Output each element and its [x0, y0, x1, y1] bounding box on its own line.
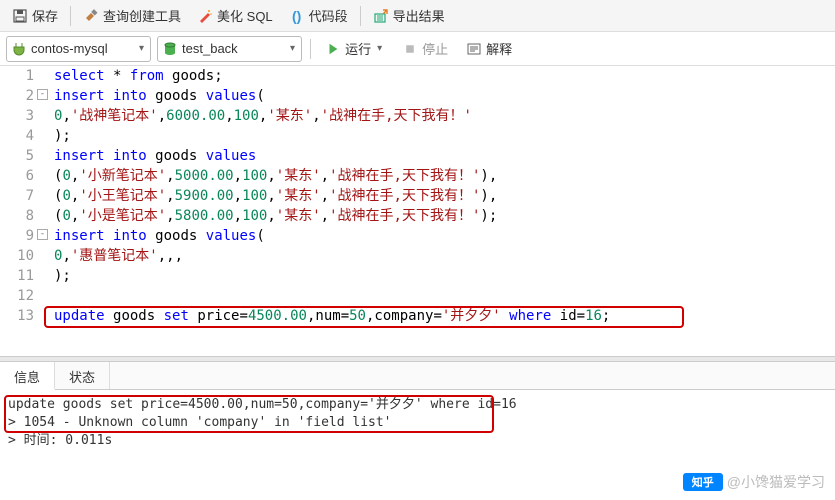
line-number: 10: [0, 246, 40, 266]
explain-label: 解释: [486, 39, 512, 58]
line-number: 6: [0, 166, 40, 186]
tab-info[interactable]: 信息: [0, 362, 55, 390]
code-line[interactable]: 7(0,'小王笔记本',5900.00,100,'某东','战神在手,天下我有！…: [0, 186, 835, 206]
line-number: 3: [0, 106, 40, 126]
play-icon: [325, 41, 341, 57]
run-label: 运行: [345, 39, 371, 58]
hammer-icon: [83, 8, 99, 24]
code-line[interactable]: 8(0,'小是笔记本',5800.00,100,'某东','战神在手,天下我有！…: [0, 206, 835, 226]
explain-button[interactable]: 解释: [460, 36, 518, 61]
sql-editor[interactable]: 1select * from goods;2-insert into goods…: [0, 66, 835, 356]
line-number: 7: [0, 186, 40, 206]
stop-button: 停止: [396, 36, 454, 61]
code-line[interactable]: 4);: [0, 126, 835, 146]
code-line[interactable]: 2-insert into goods values(: [0, 86, 835, 106]
code-content[interactable]: insert into goods values(: [40, 226, 265, 246]
chevron-down-icon: ▾: [288, 43, 297, 54]
server-name: contos-mysql: [27, 41, 137, 56]
code-content[interactable]: );: [40, 126, 71, 146]
server-dropdown[interactable]: contos-mysql ▾: [6, 36, 151, 62]
code-line[interactable]: 6(0,'小新笔记本',5000.00,100,'某东','战神在手,天下我有！…: [0, 166, 835, 186]
code-content[interactable]: 0,'惠普笔记本',,,: [40, 246, 183, 266]
stop-icon: [402, 41, 418, 57]
code-line[interactable]: 1select * from goods;: [0, 66, 835, 86]
code-content[interactable]: (0,'小王笔记本',5900.00,100,'某东','战神在手,天下我有！'…: [40, 186, 497, 206]
fold-toggle[interactable]: -: [37, 89, 48, 100]
separator: [310, 39, 311, 59]
separator: [70, 6, 71, 26]
separator: [360, 6, 361, 26]
code-content[interactable]: update goods set price=4500.00,num=50,co…: [40, 306, 610, 326]
tab-status[interactable]: 状态: [55, 362, 110, 389]
export-button[interactable]: 导出结果: [367, 3, 451, 28]
code-content[interactable]: 0,'战神笔记本',6000.00,100,'某东','战神在手,天下我有！': [40, 106, 472, 126]
code-content[interactable]: [40, 286, 54, 306]
export-label: 导出结果: [393, 6, 445, 25]
connection-bar: contos-mysql ▾ test_back ▾ 运行 ▾ 停止 解释: [0, 32, 835, 66]
line-number: 9-: [0, 226, 40, 246]
save-button[interactable]: 保存: [6, 3, 64, 28]
line-number: 2-: [0, 86, 40, 106]
line-number: 8: [0, 206, 40, 226]
line-number: 12: [0, 286, 40, 306]
main-toolbar: 保存 查询创建工具 美化 SQL () 代码段 导出结果: [0, 0, 835, 32]
code-content[interactable]: (0,'小新笔记本',5000.00,100,'某东','战神在手,天下我有！'…: [40, 166, 497, 186]
code-content[interactable]: insert into goods values(: [40, 86, 265, 106]
code-content[interactable]: insert into goods values: [40, 146, 256, 166]
save-label: 保存: [32, 6, 58, 25]
database-name: test_back: [178, 41, 288, 56]
snippet-button[interactable]: () 代码段: [283, 3, 354, 28]
output-line: update goods set price=4500.00,num=50,co…: [8, 396, 827, 414]
line-number: 1: [0, 66, 40, 86]
database-dropdown[interactable]: test_back ▾: [157, 36, 302, 62]
output-line-error: > 1054 - Unknown column 'company' in 'fi…: [8, 414, 827, 432]
line-number: 4: [0, 126, 40, 146]
code-line[interactable]: 100,'惠普笔记本',,,: [0, 246, 835, 266]
output-line-time: > 时间: 0.011s: [8, 432, 827, 450]
run-button[interactable]: 运行 ▾: [319, 36, 390, 61]
code-line[interactable]: 13update goods set price=4500.00,num=50,…: [0, 306, 835, 326]
export-icon: [373, 8, 389, 24]
explain-icon: [466, 41, 482, 57]
code-line[interactable]: 30,'战神笔记本',6000.00,100,'某东','战神在手,天下我有！': [0, 106, 835, 126]
code-content[interactable]: select * from goods;: [40, 66, 223, 86]
line-number: 11: [0, 266, 40, 286]
plug-icon: [11, 41, 27, 57]
query-tool-button[interactable]: 查询创建工具: [77, 3, 187, 28]
wand-icon: [197, 8, 213, 24]
database-icon: [162, 41, 178, 57]
stop-label: 停止: [422, 39, 448, 58]
output-tabs: 信息 状态: [0, 362, 835, 390]
code-line[interactable]: 9-insert into goods values(: [0, 226, 835, 246]
line-number: 13: [0, 306, 40, 326]
chevron-down-icon: ▾: [375, 43, 384, 54]
parentheses-icon: (): [289, 8, 305, 24]
code-line[interactable]: 11);: [0, 266, 835, 286]
fold-toggle[interactable]: -: [37, 229, 48, 240]
code-line[interactable]: 5insert into goods values: [0, 146, 835, 166]
output-panel: update goods set price=4500.00,num=50,co…: [0, 390, 835, 456]
line-number: 5: [0, 146, 40, 166]
query-tool-label: 查询创建工具: [103, 6, 181, 25]
code-line[interactable]: 12: [0, 286, 835, 306]
beautify-label: 美化 SQL: [217, 6, 273, 25]
watermark-text: @小馋猫爱学习: [727, 472, 825, 492]
zhihu-logo-icon: 知乎: [683, 473, 723, 491]
snippet-label: 代码段: [309, 6, 348, 25]
beautify-button[interactable]: 美化 SQL: [191, 3, 279, 28]
code-content[interactable]: );: [40, 266, 71, 286]
code-content[interactable]: (0,'小是笔记本',5800.00,100,'某东','战神在手,天下我有！'…: [40, 206, 497, 226]
chevron-down-icon: ▾: [137, 43, 146, 54]
watermark: 知乎 @小馋猫爱学习: [683, 472, 825, 492]
save-icon: [12, 8, 28, 24]
